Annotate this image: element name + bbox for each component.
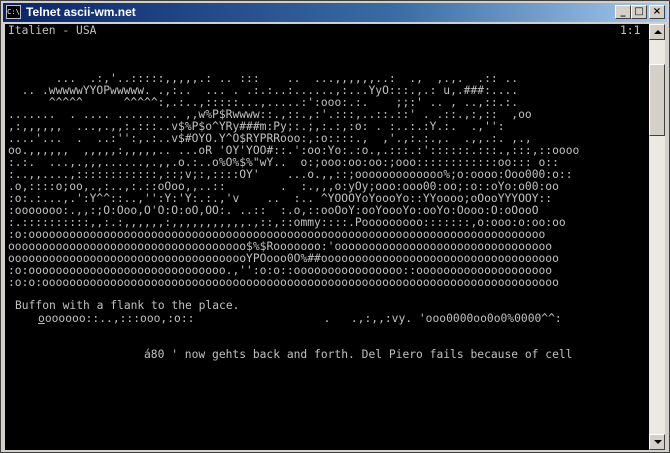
console-output[interactable]: Italien - USA 1:1 ... .:,'..:::::,,,,,.:… [5, 24, 649, 450]
vertical-scrollbar[interactable] [649, 24, 665, 450]
title-bar[interactable]: C:\ Telnet ascii-wm.net _ □ × [3, 3, 667, 22]
scroll-down-button[interactable] [649, 434, 665, 450]
scroll-art-text: oooooo::..,:::ooo,:o:: . .,:,,:vy. 'ooo0… [44, 312, 562, 325]
minimize-button[interactable]: _ [615, 5, 631, 19]
text-cursor: o [38, 312, 45, 325]
ascii-art-line: :o:o:ooooooooooooooooooooooooooooooooooo… [8, 276, 559, 289]
ticker-line: á80 ' now gehts back and forth. Del Pier… [144, 348, 573, 361]
maximize-button[interactable]: □ [631, 5, 647, 19]
ascii-art-frame: ... .:,'..:::::,,,,,.: .. ::: .. ...,,,,… [8, 61, 579, 289]
scroll-up-button[interactable] [649, 24, 665, 40]
telnet-window: C:\ Telnet ascii-wm.net _ □ × Italien - … [0, 0, 670, 453]
scrollbar-thumb[interactable] [649, 64, 665, 136]
close-button[interactable]: × [649, 5, 665, 19]
scroll-art-line: ooooooo::..,:::ooo,:o:: . .,:,,:vy. 'ooo… [38, 313, 562, 325]
console-app-icon[interactable]: C:\ [6, 5, 21, 19]
window-title: Telnet ascii-wm.net [26, 5, 136, 19]
arrow-up-icon [654, 30, 662, 34]
match-header: Italien - USA [8, 24, 97, 37]
arrow-down-icon [654, 440, 662, 444]
scene-counter: 1:1 [620, 24, 641, 37]
caption-line: Buffon with a flank to the place. [15, 299, 240, 312]
